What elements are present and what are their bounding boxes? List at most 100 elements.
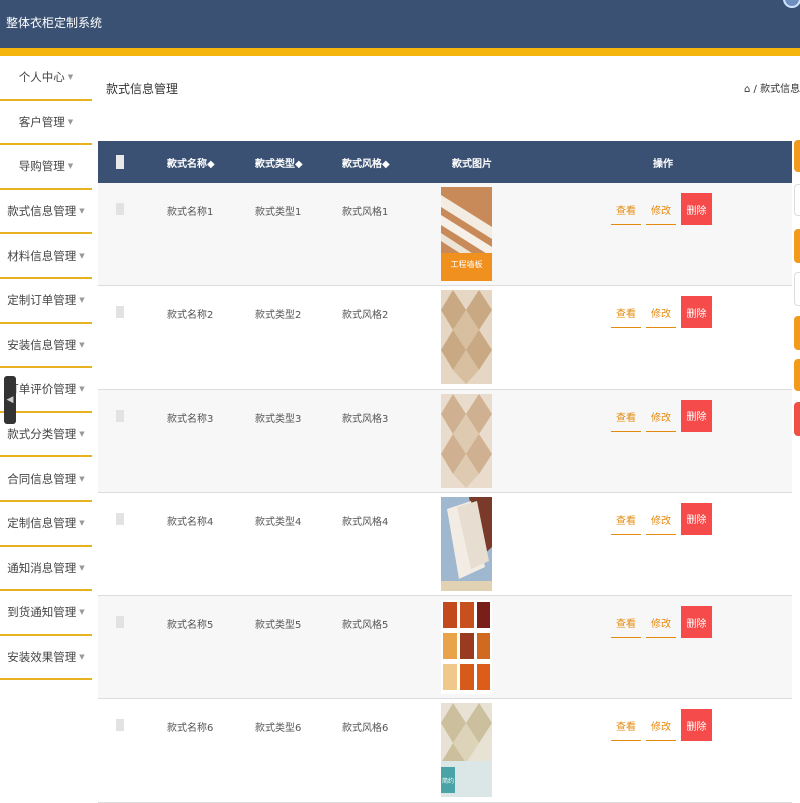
- table-header: 款式名称◆ 款式类型◆ 款式风格◆ 款式图片 操作: [98, 141, 792, 183]
- avatar[interactable]: [783, 0, 800, 8]
- edit-button[interactable]: 修改: [646, 195, 676, 225]
- table-row: 款式名称6 款式类型6 款式风格6 简约 查看 修改 删除: [98, 699, 792, 803]
- view-button[interactable]: 查看: [611, 608, 641, 639]
- caret-down-icon: ▼: [67, 73, 74, 82]
- edit-button[interactable]: 修改: [646, 711, 676, 742]
- edit-button[interactable]: 修改: [646, 298, 676, 329]
- view-button[interactable]: 查看: [611, 195, 641, 225]
- style-image: [441, 393, 492, 488]
- delete-button[interactable]: 删除: [681, 709, 712, 742]
- style-style: 款式风格1: [342, 207, 389, 218]
- sidebar-item-label: 到货通知管理: [7, 605, 77, 620]
- style-style: 款式风格3: [342, 413, 389, 425]
- style-image: [441, 600, 492, 695]
- delete-button[interactable]: 删除: [681, 193, 712, 225]
- delete-button[interactable]: 删除: [681, 606, 712, 639]
- sidebar-item-materials[interactable]: 材料信息管理 ▼: [0, 234, 92, 279]
- select-all-checkbox[interactable]: [116, 155, 124, 169]
- sidebar: 个人中心 ▼ 客户管理 ▼ 导购管理 ▼ 款式信息管理 ▼ 材料信息管理 ▼ 定制订单管理…: [0, 56, 92, 800]
- edit-button[interactable]: 修改: [646, 402, 676, 432]
- side-float-tab[interactable]: [794, 229, 800, 263]
- caret-down-icon: ▼: [67, 162, 74, 171]
- caret-down-icon: ▼: [67, 117, 74, 126]
- col-header-image: 款式图片: [452, 159, 492, 170]
- style-name: 款式名称3: [167, 413, 214, 425]
- caret-down-icon: ▼: [79, 563, 85, 572]
- side-float-tab[interactable]: [794, 272, 800, 306]
- side-float-tab[interactable]: [794, 140, 800, 172]
- app-title: 整体衣柜定制系统: [6, 16, 103, 30]
- caret-down-icon: ▼: [79, 207, 85, 216]
- table-row: 款式名称4 款式类型4 款式风格4 查看 修改 删除: [98, 493, 792, 597]
- sidebar-collapse-handle[interactable]: ◀: [4, 376, 16, 424]
- table-row: 款式名称2 款式类型2 款式风格2 查看 修改 删除: [98, 286, 792, 390]
- sidebar-item-label: 材料信息管理: [7, 248, 77, 263]
- edit-button[interactable]: 修改: [646, 505, 676, 535]
- sidebar-item-label: 款式分类管理: [7, 427, 77, 442]
- row-checkbox[interactable]: [116, 203, 124, 215]
- caret-down-icon: ▼: [79, 340, 85, 349]
- style-style: 款式风格4: [342, 516, 389, 528]
- caret-down-icon: ▼: [79, 653, 85, 662]
- row-checkbox[interactable]: [116, 616, 124, 629]
- style-type: 款式类型5: [255, 620, 302, 632]
- style-name: 款式名称1: [167, 207, 214, 218]
- sidebar-item-styles[interactable]: 款式信息管理 ▼: [0, 190, 92, 235]
- top-bar: 整体衣柜定制系统: [0, 0, 800, 48]
- sidebar-item-label: 通知消息管理: [7, 560, 77, 575]
- style-image: 简约: [441, 703, 492, 798]
- row-checkbox[interactable]: [116, 719, 124, 732]
- style-type: 款式类型3: [255, 413, 302, 425]
- col-header-style[interactable]: 款式风格◆: [342, 155, 390, 170]
- side-float-tab[interactable]: [794, 359, 800, 391]
- caret-down-icon: ▼: [79, 296, 85, 305]
- sidebar-item-customization[interactable]: 定制信息管理 ▼: [0, 502, 92, 547]
- style-name: 款式名称5: [167, 620, 214, 632]
- side-float-tab[interactable]: [794, 184, 800, 216]
- table-row: 款式名称1 款式类型1 款式风格1 工程墙板 查看 修改 删除: [98, 183, 792, 287]
- sidebar-item-arrivals[interactable]: 到货通知管理 ▼: [0, 591, 92, 636]
- sidebar-item-notifications[interactable]: 通知消息管理 ▼: [0, 547, 92, 592]
- side-float-tab[interactable]: [794, 402, 800, 436]
- style-type: 款式类型6: [255, 723, 302, 735]
- sidebar-item-personal-center[interactable]: 个人中心 ▼: [0, 56, 92, 101]
- view-button[interactable]: 查看: [611, 402, 641, 432]
- caret-down-icon: ▼: [79, 474, 85, 483]
- col-header-actions: 操作: [653, 159, 673, 170]
- side-float-tab[interactable]: [794, 316, 800, 350]
- sidebar-item-customers[interactable]: 客户管理 ▼: [0, 101, 92, 146]
- style-style: 款式风格2: [342, 310, 389, 322]
- row-checkbox[interactable]: [116, 306, 124, 319]
- delete-button[interactable]: 删除: [681, 296, 712, 329]
- caret-down-icon: ▼: [79, 385, 85, 394]
- sidebar-item-install[interactable]: 安装信息管理 ▼: [0, 324, 92, 369]
- view-button[interactable]: 查看: [611, 298, 641, 329]
- sidebar-item-orders[interactable]: 定制订单管理 ▼: [0, 279, 92, 324]
- sidebar-item-install-effects[interactable]: 安装效果管理 ▼: [0, 636, 92, 681]
- row-checkbox[interactable]: [116, 409, 124, 422]
- view-button[interactable]: 查看: [611, 505, 641, 535]
- image-caption: 工程墙板: [451, 259, 483, 269]
- sidebar-item-label: 导购管理: [18, 159, 65, 174]
- style-image: [441, 290, 492, 385]
- delete-button[interactable]: 删除: [681, 399, 712, 432]
- edit-button[interactable]: 修改: [646, 608, 676, 639]
- sidebar-item-guides[interactable]: 导购管理 ▼: [0, 145, 92, 190]
- style-name: 款式名称6: [167, 723, 214, 735]
- style-type: 款式类型1: [255, 207, 302, 218]
- caret-down-icon: ▼: [79, 608, 85, 617]
- style-style: 款式风格5: [342, 620, 389, 632]
- style-style: 款式风格6: [342, 723, 389, 735]
- style-type: 款式类型4: [255, 516, 302, 528]
- style-table: 款式名称◆ 款式类型◆ 款式风格◆ 款式图片 操作 款式名称1 款式类型1 款式…: [98, 141, 792, 803]
- delete-button[interactable]: 删除: [681, 502, 712, 535]
- style-name: 款式名称4: [167, 516, 214, 528]
- sidebar-item-contracts[interactable]: 合同信息管理 ▼: [0, 457, 92, 502]
- breadcrumb[interactable]: ⌂ / 款式信息管理: [744, 80, 800, 95]
- view-button[interactable]: 查看: [611, 711, 641, 742]
- row-checkbox[interactable]: [116, 512, 124, 525]
- collapse-left-icon: ◀: [6, 395, 14, 405]
- col-header-type[interactable]: 款式类型◆: [255, 155, 303, 170]
- col-header-name[interactable]: 款式名称◆: [167, 155, 215, 170]
- sidebar-item-label: 定制订单管理: [7, 293, 77, 308]
